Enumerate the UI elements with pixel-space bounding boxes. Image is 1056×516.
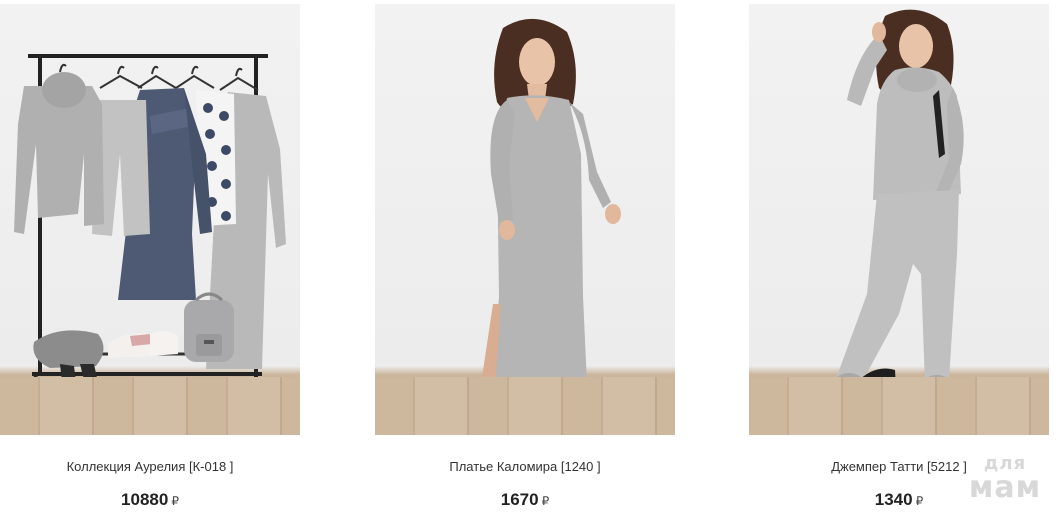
product-card[interactable]: Платье Каломира [1240 ] 1670 ₽ [375, 0, 675, 516]
product-price: 10880 ₽ [0, 490, 300, 510]
product-name[interactable]: Коллекция Аурелия [К-018 ] [0, 459, 300, 474]
price-value: 10880 [121, 490, 169, 509]
watermark-line-2: мам [968, 470, 1042, 505]
product-image-gray-jumper[interactable] [749, 4, 1049, 435]
price-value: 1670 [500, 490, 539, 509]
product-card[interactable]: Коллекция Аурелия [К-018 ] 10880 ₽ [0, 0, 300, 516]
model-in-jumper-illustration [835, 9, 964, 421]
product-price: 1670 ₽ [375, 490, 675, 510]
product-card[interactable]: Джемпер Татти [5212 ] 1340 ₽ [749, 0, 1049, 516]
product-image-clothing-rack[interactable] [0, 4, 300, 435]
product-image-gray-dress[interactable] [375, 4, 675, 435]
model-in-dress-illustration [453, 18, 621, 424]
wood-floor [0, 377, 300, 435]
product-name[interactable]: Платье Каломира [1240 ] [375, 459, 675, 474]
wood-floor [749, 377, 1049, 435]
site-watermark: для мам [960, 455, 1050, 503]
clothing-rack-illustration [14, 54, 286, 407]
currency-symbol: ₽ [541, 494, 550, 508]
price-value: 1340 [874, 490, 913, 509]
currency-symbol: ₽ [915, 494, 924, 508]
currency-symbol: ₽ [171, 494, 179, 508]
wood-floor [375, 377, 675, 435]
